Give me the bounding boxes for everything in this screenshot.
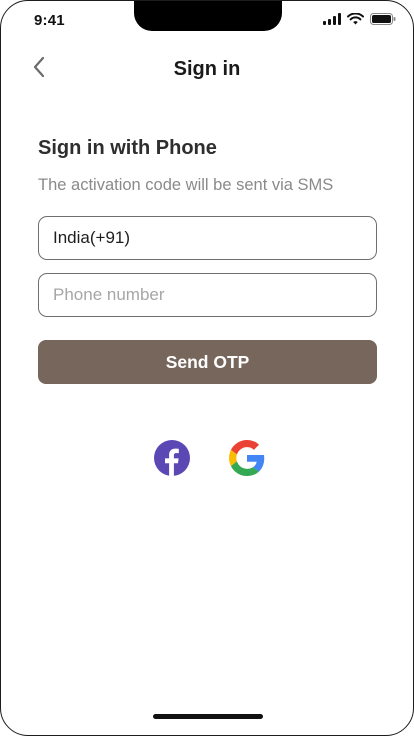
google-login-button[interactable]: [229, 440, 265, 476]
wifi-icon: [347, 13, 364, 25]
home-indicator[interactable]: [153, 714, 263, 719]
form-heading: Sign in with Phone: [38, 137, 217, 159]
google-icon: [229, 440, 265, 476]
page-title: Sign in: [173, 58, 241, 80]
phone-number-input[interactable]: [53, 285, 353, 305]
country-code-value: India(+91): [53, 228, 131, 247]
facebook-login-button[interactable]: [154, 440, 190, 476]
form-subtitle: The activation code will be sent via SMS: [38, 176, 334, 194]
phone-frame: 9:41 Sign in Sign in with Phone The acti…: [0, 0, 414, 736]
facebook-icon: [154, 440, 190, 476]
status-icons: [323, 13, 396, 25]
cellular-signal-icon: [323, 13, 341, 25]
country-code-field[interactable]: India(+91): [38, 216, 377, 260]
send-otp-button[interactable]: Send OTP: [38, 340, 377, 384]
status-time: 9:41: [34, 12, 65, 29]
battery-icon: [370, 13, 396, 25]
phone-number-field[interactable]: [38, 273, 377, 317]
device-notch: [134, 1, 282, 31]
